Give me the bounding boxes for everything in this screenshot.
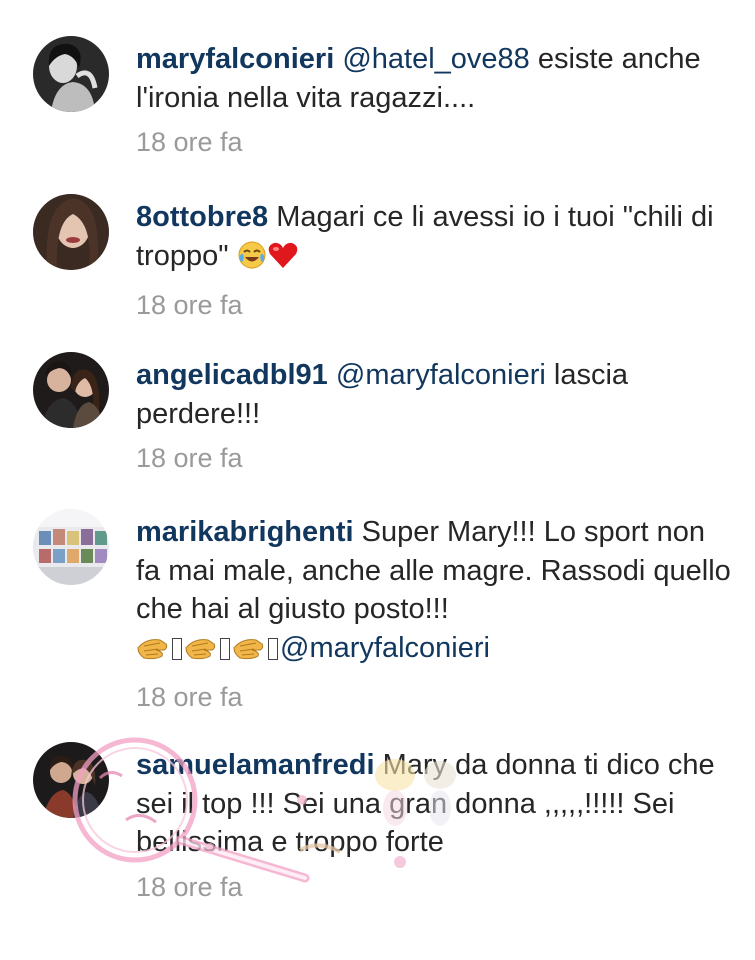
red-heart-icon [267, 240, 299, 281]
timestamp: 18 ore fa [136, 290, 243, 320]
timestamp: 18 ore fa [136, 871, 243, 902]
comment-text: 8ottobre8 Magari ce li avessi io i tuoi … [136, 198, 736, 280]
timestamp: 18 ore fa [136, 443, 243, 473]
username-link[interactable]: marikabrighenti [136, 516, 354, 548]
mention-link[interactable]: @hatel_ove88 [342, 43, 529, 75]
woman-bw-portrait-icon [33, 36, 109, 112]
clapping-hands-icon [136, 634, 170, 673]
couple-portrait-icon [33, 352, 109, 428]
woman-long-hair-portrait-icon [33, 194, 109, 270]
clapping-hands-icon [184, 634, 218, 673]
avatar[interactable] [33, 194, 109, 270]
username-link[interactable]: maryfalconieri [136, 43, 334, 75]
comment-text: samuelamanfredi Mary da donna ti dico ch… [136, 746, 736, 862]
missing-glyph-icon [220, 637, 230, 660]
avatar[interactable] [33, 742, 109, 818]
timestamp: 18 ore fa [136, 682, 243, 712]
mention-link[interactable]: @maryfalconieri [280, 632, 490, 664]
comment-text: maryfalconieri @hatel_ove88 esiste anche… [136, 40, 736, 117]
avatar[interactable] [33, 36, 109, 112]
mention-link[interactable]: @maryfalconieri [336, 359, 546, 391]
missing-glyph-icon [172, 637, 182, 660]
clapping-hands-icon [232, 634, 266, 673]
username-link[interactable]: angelicadbl91 [136, 359, 328, 391]
missing-glyph-icon [268, 637, 278, 660]
username-link[interactable]: samuelamanfredi [136, 749, 375, 781]
face-with-tears-of-joy-icon [237, 240, 267, 281]
username-link[interactable]: 8ottobre8 [136, 201, 268, 233]
photo-wall-icon [33, 509, 109, 585]
avatar[interactable] [33, 509, 109, 585]
couple-dark-portrait-icon [33, 742, 109, 818]
avatar[interactable] [33, 352, 109, 428]
comment-text: marikabrighenti Super Mary!!! Lo sport n… [136, 513, 736, 672]
comment-text: angelicadbl91 @maryfalconieri lascia per… [136, 356, 736, 433]
timestamp: 18 ore fa [136, 127, 243, 157]
